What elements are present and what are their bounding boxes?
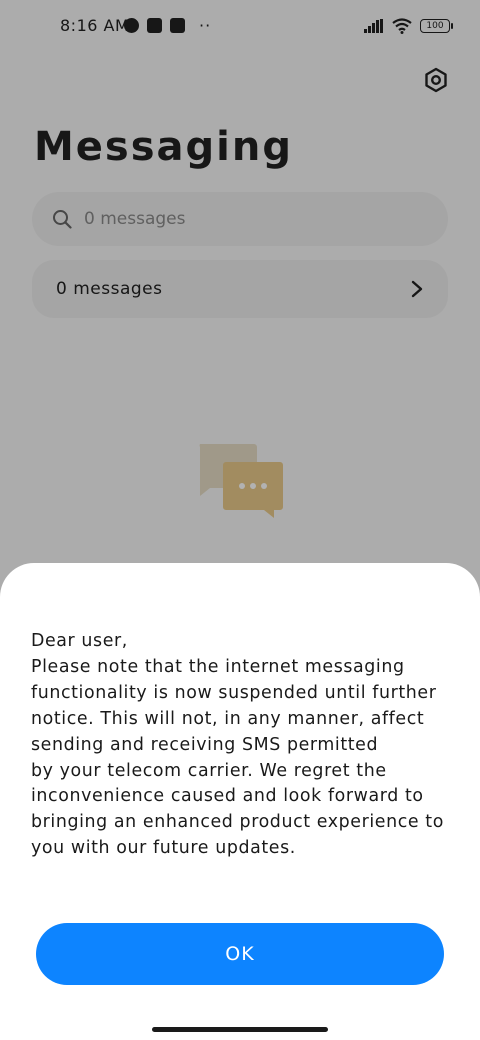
notice-line: by your telecom carrier. We regret the	[31, 760, 387, 781]
notice-line: inconvenience caused and look forward to	[31, 786, 424, 807]
notice-line: functionality is now suspended until fur…	[31, 682, 437, 703]
notice-message: Dear user, Please note that the internet…	[31, 629, 467, 862]
notice-line: Please note that the internet messaging	[31, 656, 405, 677]
notice-line: Dear user,	[31, 631, 128, 651]
notice-line: you with our future updates.	[31, 838, 296, 859]
home-indicator[interactable]	[152, 1027, 328, 1032]
notice-line: bringing an enhanced product experience …	[31, 812, 444, 833]
ok-button[interactable]: OK	[36, 923, 444, 985]
notice-line: sending and receiving SMS permitted	[31, 734, 379, 755]
notice-bottom-sheet: Dear user, Please note that the internet…	[0, 563, 480, 1040]
notice-line: notice. This will not, in any manner, af…	[31, 708, 425, 729]
